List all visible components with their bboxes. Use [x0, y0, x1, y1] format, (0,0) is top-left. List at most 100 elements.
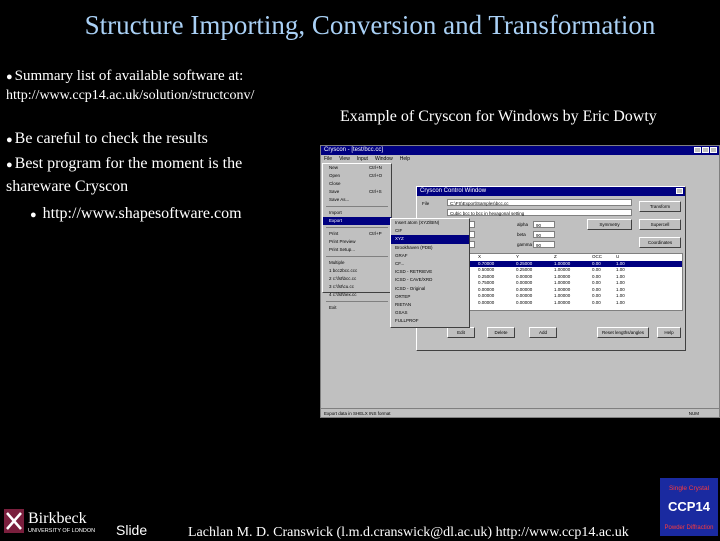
file-menu-item-shortcut: Ctrl+P	[369, 231, 382, 236]
file-menu-item[interactable]: Print Ctrl+P	[323, 230, 391, 238]
file-menu-item-label: Print Preview	[329, 239, 356, 244]
file-menu-item[interactable]: Print Setup...	[323, 246, 391, 254]
coordinates-button[interactable]: Coordinates	[639, 237, 681, 248]
param-gamma-field[interactable]: 90	[533, 241, 555, 248]
file-menu-item-label: 3 c:\fst\cu.cc	[329, 284, 355, 289]
export-submenu-item[interactable]: ICSD - CAVE/XRD	[391, 276, 469, 284]
symmetry-button[interactable]: Symmetry	[587, 219, 632, 230]
window-controls	[694, 147, 717, 153]
file-menu-item[interactable]: Save As...	[323, 196, 391, 204]
ccp14-logo-top: Single Crystal	[669, 485, 710, 492]
file-menu-item-label: Print	[329, 231, 339, 236]
file-path-field[interactable]: C:\FS\Export\Samples\bcc.cc	[447, 199, 632, 206]
bullet-best-text: Best program for the moment is the	[14, 155, 243, 172]
control-window-title: Cryscon Control Window	[420, 188, 487, 194]
sub-bullet-url[interactable]: http://www.shapesoftware.com	[43, 205, 242, 222]
export-submenu-item[interactable]: ICSD - RETRIEVE	[391, 268, 469, 276]
slide-label: Slide	[116, 522, 148, 538]
file-menu-item-label: New	[329, 165, 339, 170]
file-menu-item-label: Print Setup...	[329, 247, 356, 252]
add-button[interactable]: Add	[529, 327, 557, 338]
export-submenu-item[interactable]: XYZ	[391, 235, 469, 244]
atom-table[interactable]: ATOM X Y Z OCC U 170.700000.250001.00000…	[447, 253, 683, 311]
file-menu-item-label: Save As...	[329, 197, 350, 202]
file-menu-item[interactable]: Open Ctrl+O	[323, 172, 391, 180]
birkbeck-subtitle: UNIVERSITY OF LONDON	[28, 528, 95, 534]
maximize-icon[interactable]	[702, 147, 709, 153]
file-menu-item[interactable]: Import	[323, 209, 391, 217]
menu-help[interactable]: Help	[400, 155, 410, 163]
file-menu-item[interactable]: Save Ctrl+S	[323, 188, 391, 196]
export-submenu-item[interactable]: FULLPROF	[391, 317, 469, 325]
bullet-best-line2: shareware Cryscon	[6, 178, 129, 195]
menu-separator	[326, 301, 388, 302]
file-menu-item[interactable]: 4 c:\fst\hex.cc	[323, 291, 391, 299]
export-submenu-item[interactable]: GSAS	[391, 309, 469, 317]
export-submenu-item[interactable]: RIETAN	[391, 301, 469, 309]
supercell-button[interactable]: Supercell	[639, 219, 681, 230]
bullet-dot-icon: ●	[6, 71, 13, 83]
menu-window[interactable]: Window	[375, 155, 393, 163]
file-menu-item-label: Close	[329, 181, 341, 186]
file-menu-item[interactable]: Close	[323, 180, 391, 188]
table-cell: 1.00	[616, 299, 625, 305]
status-bar: Export data in SHELX INS format NUM	[321, 408, 719, 417]
control-close-icon[interactable]	[676, 188, 683, 194]
edit-button[interactable]: Edit	[447, 327, 475, 338]
comment-field[interactable]: Cubic bcc to bcc in hexagonal setting	[447, 209, 632, 216]
delete-button[interactable]: Delete	[487, 327, 515, 338]
file-menu-item[interactable]: Exit	[323, 304, 391, 312]
table-cell: 0.00000	[478, 299, 495, 305]
file-menu-item[interactable]: 3 c:\fst\cu.cc	[323, 283, 391, 291]
export-submenu-item[interactable]: GRAF	[391, 252, 469, 260]
menu-file[interactable]: File	[324, 155, 332, 163]
export-submenu-item[interactable]: ICSD - Original	[391, 285, 469, 293]
export-submenu-item[interactable]: Insert atom (XYZ/BIN)	[391, 219, 469, 227]
file-menu-item-shortcut: Ctrl+O	[369, 173, 383, 178]
param-beta-field[interactable]: 90	[533, 231, 555, 238]
param-alpha-field[interactable]: 90	[533, 221, 555, 228]
table-cell: 0.00000	[516, 299, 533, 305]
file-menu-item[interactable]: Multiple	[323, 259, 391, 267]
bullet-careful-text: Be careful to check the results	[14, 130, 208, 147]
atom-table-body: 170.700000.250001.000000.001.00120.50000…	[448, 260, 682, 307]
file-menu-item[interactable]: 2 c:\fst\bcc.cc	[323, 275, 391, 283]
param-beta-label: beta	[517, 232, 526, 237]
file-menu-item-label: Save	[329, 189, 340, 194]
export-submenu-item[interactable]: CIF	[391, 227, 469, 235]
file-menu-item-shortcut: Ctrl+N	[369, 165, 382, 170]
main-window-title: Cryscon - [test/bcc.cc]	[324, 147, 384, 153]
export-submenu-items: Insert atom (XYZ/BIN) CIF XYZ Brookhaven (P…	[391, 219, 469, 325]
menu-bar: File View Input Window Help	[321, 155, 719, 163]
file-menu-item[interactable]: New Ctrl+N	[323, 164, 391, 172]
cryscon-screenshot: Cryscon - [test/bcc.cc] File View Input …	[320, 145, 720, 418]
menu-input[interactable]: Input	[357, 155, 368, 163]
export-submenu-item[interactable]: ORTEP	[391, 293, 469, 301]
status-num: NUM	[688, 411, 699, 416]
menu-separator	[326, 206, 388, 207]
export-submenu: Insert atom (XYZ/BIN) CIF XYZ Brookhaven (P…	[390, 218, 470, 328]
export-submenu-item[interactable]: Brookhaven (PDB)	[391, 244, 469, 252]
file-menu-item[interactable]: Export	[323, 217, 391, 225]
summary-url[interactable]: http://www.ccp14.ac.uk/solution/structco…	[6, 88, 254, 104]
main-window-titlebar: Cryscon - [test/bcc.cc]	[321, 146, 719, 155]
bullet-best: ● Best program for the moment is the	[6, 155, 242, 173]
table-row[interactable]: 80.000000.000001.000000.001.00	[448, 300, 682, 307]
menu-view[interactable]: View	[339, 155, 350, 163]
transform-button[interactable]: Transform	[639, 201, 681, 212]
param-alpha-label: alpha	[517, 222, 529, 227]
file-menu-item[interactable]: 1 bcc2bcc.ccc	[323, 267, 391, 275]
export-submenu-item[interactable]: CF...	[391, 260, 469, 268]
help-button[interactable]: Help	[657, 327, 681, 338]
slide-title: Structure Importing, Conversion and Tran…	[84, 10, 656, 40]
file-menu-items: New Ctrl+N Open Ctrl+O Close Save Ctrl+S Save A…	[323, 164, 391, 312]
file-menu-item-label: 4 c:\fst\hex.cc	[329, 292, 357, 297]
reset-button[interactable]: Reset lengths/angles	[597, 327, 649, 338]
file-label: File	[422, 201, 430, 206]
status-text: Export data in SHELX INS format	[324, 411, 391, 416]
minimize-icon[interactable]	[694, 147, 701, 153]
file-menu-item[interactable]: Print Preview	[323, 238, 391, 246]
footer-credit: Lachlan M. D. Cranswick (l.m.d.cranswick…	[188, 525, 629, 540]
sub-bullet-dot-icon: ●	[30, 209, 37, 221]
close-icon[interactable]	[710, 147, 717, 153]
